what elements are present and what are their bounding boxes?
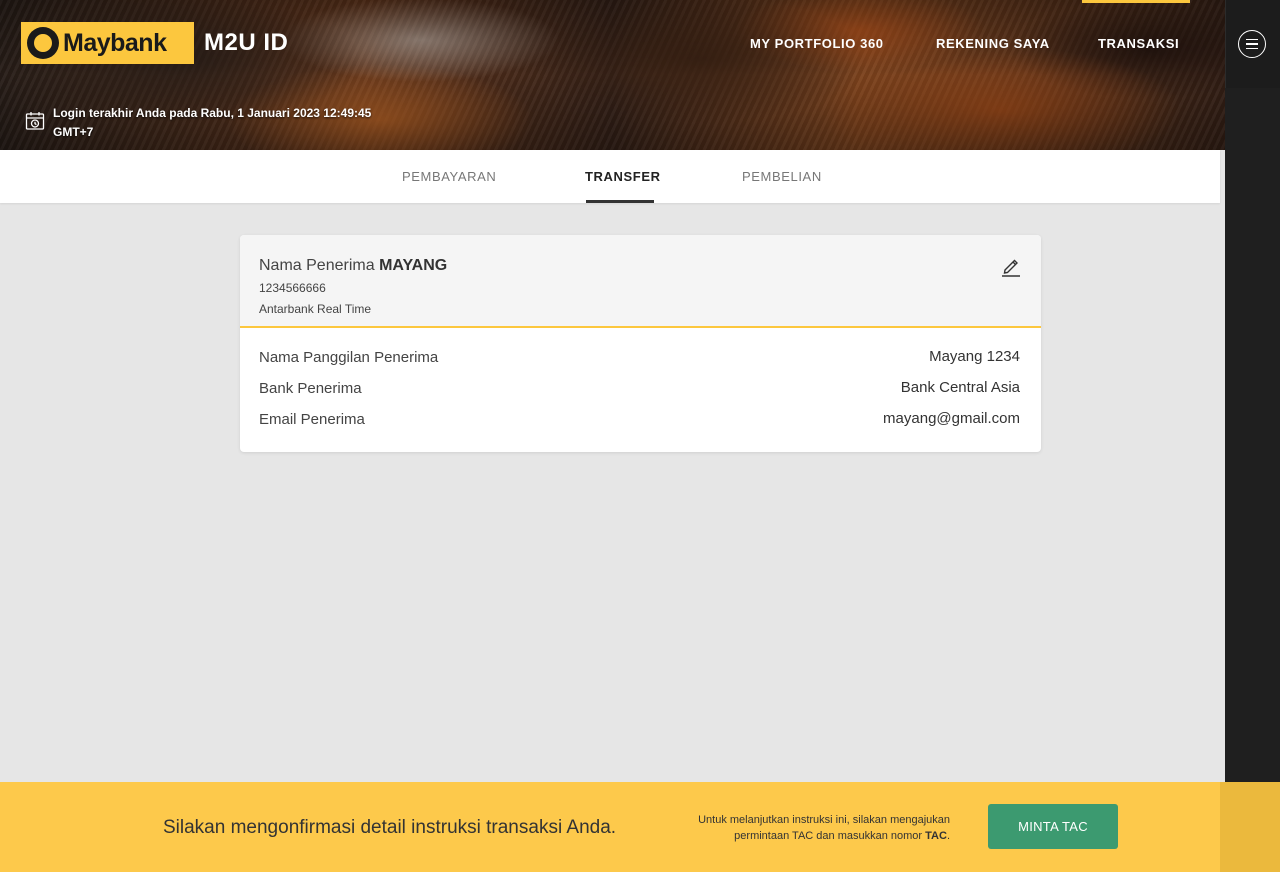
tab-pembayaran[interactable]: PEMBAYARAN [402, 169, 496, 184]
confirmation-footer: Silakan mengonfirmasi detail instruksi t… [0, 782, 1220, 872]
recipient-summary: Nama Penerima MAYANG 1234566666 Antarban… [240, 235, 1041, 328]
tac-instruction-period: . [946, 830, 950, 842]
pencil-edit-icon[interactable] [1001, 255, 1021, 277]
tab-transfer[interactable]: TRANSFER [585, 169, 661, 184]
recipient-name: MAYANG [379, 257, 448, 274]
transfer-method: Antarbank Real Time [259, 302, 372, 316]
active-tab-underline [586, 200, 654, 203]
detail-label: Nama Panggilan Penerima [259, 349, 439, 366]
app-title: M2U ID [204, 29, 289, 56]
transaction-subtabs: PEMBAYARAN TRANSFER PEMBELIAN [0, 150, 1220, 203]
footer-right-block [1220, 782, 1280, 872]
recipient-account-number: 1234566666 [259, 281, 326, 295]
confirmation-message: Silakan mengonfirmasi detail instruksi t… [163, 817, 617, 838]
hamburger-menu-icon[interactable] [1238, 30, 1266, 58]
detail-value: Mayang 1234 [929, 348, 1020, 365]
recipient-name-line: Nama Penerima MAYANG [259, 257, 447, 275]
calendar-clock-icon [25, 112, 45, 130]
nav-my-portfolio-360[interactable]: MY PORTFOLIO 360 [750, 36, 884, 51]
nav-rekening-saya[interactable]: REKENING SAYA [936, 36, 1050, 51]
nav-active-indicator [1082, 0, 1190, 3]
last-login-timezone: GMT+7 [53, 125, 94, 139]
tac-instruction-text: permintaan TAC dan masukkan nomor [734, 830, 926, 842]
detail-value: mayang@gmail.com [883, 410, 1020, 427]
right-sidebar-rail [1225, 0, 1280, 782]
tac-instruction: Untuk melanjutkan instruksi ini, silakan… [650, 812, 950, 844]
tac-instruction-line2: permintaan TAC dan masukkan nomor TAC. [650, 828, 950, 844]
tac-keyword: TAC [925, 830, 947, 842]
logo-text: Maybank [63, 28, 167, 57]
last-login-info: Login terakhir Anda pada Rabu, 1 Januari… [25, 104, 371, 142]
tiger-emblem-icon [27, 27, 59, 59]
last-login-text: Login terakhir Anda pada Rabu, 1 Januari… [53, 106, 372, 120]
recipient-label: Nama Penerima [259, 257, 375, 274]
tac-instruction-line1: Untuk melanjutkan instruksi ini, silakan… [698, 814, 950, 826]
transfer-confirmation-card: Nama Penerima MAYANG 1234566666 Antarban… [240, 235, 1041, 452]
nav-transaksi[interactable]: TRANSAKSI [1098, 36, 1179, 51]
tab-pembelian[interactable]: PEMBELIAN [742, 169, 822, 184]
maybank-logo[interactable]: Maybank [21, 22, 194, 64]
detail-label: Email Penerima [259, 411, 365, 428]
detail-label: Bank Penerima [259, 380, 362, 397]
detail-value: Bank Central Asia [900, 379, 1020, 396]
request-tac-button[interactable]: MINTA TAC [988, 804, 1118, 849]
